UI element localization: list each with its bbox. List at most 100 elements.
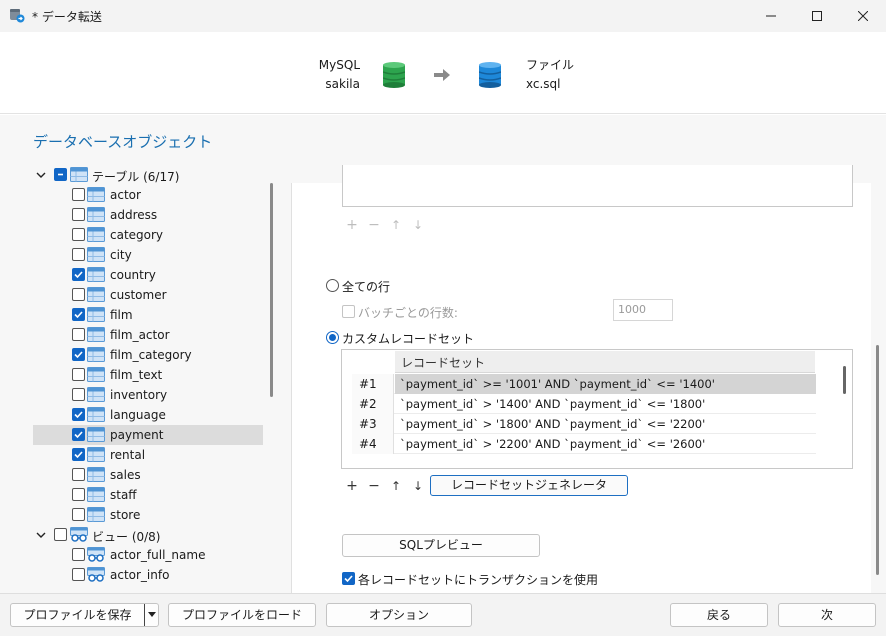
recordset-condition[interactable]: `payment_id` > '1400' AND `payment_id` <… [395, 394, 816, 414]
tree-item[interactable]: category [33, 225, 263, 245]
batch-input[interactable]: 1000 [613, 299, 673, 321]
item-checkbox[interactable] [72, 308, 85, 321]
check-icon [74, 351, 83, 359]
move-up-icon[interactable]: ↑ [385, 218, 407, 232]
recordset-row[interactable]: #2 `payment_id` > '1400' AND `payment_id`… [352, 394, 816, 414]
row-number: #1 [352, 374, 394, 394]
batch-checkbox[interactable] [342, 305, 355, 318]
views-group[interactable]: ビュー (0/8) [33, 525, 263, 545]
move-up-recordset-icon[interactable]: ↑ [385, 479, 407, 493]
tree-item[interactable]: film_actor [33, 325, 263, 345]
load-profile-button[interactable]: プロファイルをロード [168, 603, 316, 627]
tree-item[interactable]: actor_info [33, 565, 263, 585]
recordset-column-header[interactable]: レコードセット [395, 351, 815, 373]
remove-icon[interactable]: − [363, 217, 385, 233]
minimize-button[interactable] [748, 0, 794, 32]
expand-chevron[interactable] [35, 169, 47, 181]
item-checkbox[interactable] [72, 248, 85, 261]
item-checkbox[interactable] [72, 568, 85, 581]
item-checkbox[interactable] [72, 188, 85, 201]
app-icon [10, 9, 25, 23]
tree-item[interactable]: sales [33, 465, 263, 485]
move-down-icon[interactable]: ↓ [407, 218, 429, 232]
tables-group[interactable]: テーブル (6/17) [33, 165, 263, 185]
item-checkbox[interactable] [72, 488, 85, 501]
table-icon [87, 367, 105, 382]
save-profile-label: プロファイルを保存 [23, 608, 132, 622]
options-scrollbar[interactable] [876, 345, 879, 575]
item-checkbox[interactable] [72, 348, 85, 361]
table-icon [87, 207, 105, 222]
save-profile-button[interactable]: プロファイルを保存 [10, 603, 159, 627]
add-icon[interactable]: + [341, 217, 363, 233]
tree-item[interactable]: film_text [33, 365, 263, 385]
target-name: xc.sql [526, 77, 561, 91]
tree-item[interactable]: inventory [33, 385, 263, 405]
tree-item[interactable]: actor_full_name [33, 545, 263, 565]
table-icon [87, 267, 105, 282]
tree-item[interactable]: address [33, 205, 263, 225]
item-checkbox[interactable] [72, 428, 85, 441]
recordset-row[interactable]: #3 `payment_id` > '1800' AND `payment_id`… [352, 414, 816, 434]
tree-item[interactable]: staff [33, 485, 263, 505]
next-button[interactable]: 次 [778, 603, 876, 627]
grid-scrollbar[interactable] [843, 366, 846, 394]
transaction-checkbox[interactable] [342, 572, 355, 585]
all-rows-radio[interactable] [326, 279, 339, 292]
item-checkbox[interactable] [72, 288, 85, 301]
move-down-recordset-icon[interactable]: ↓ [407, 479, 429, 493]
item-checkbox[interactable] [72, 548, 85, 561]
custom-recordset-radio[interactable] [326, 331, 339, 344]
group-checkbox[interactable] [54, 168, 67, 181]
close-button[interactable] [840, 0, 886, 32]
tree-item[interactable]: language [33, 405, 263, 425]
tree-item[interactable]: rental [33, 445, 263, 465]
item-checkbox[interactable] [72, 448, 85, 461]
item-checkbox[interactable] [72, 368, 85, 381]
object-tree[interactable]: テーブル (6/17) actor address category city count… [33, 164, 265, 592]
item-checkbox[interactable] [72, 208, 85, 221]
table-icon [87, 347, 105, 362]
tree-scrollbar[interactable] [270, 183, 273, 397]
tree-item[interactable]: store [33, 505, 263, 525]
item-checkbox[interactable] [72, 388, 85, 401]
item-checkbox[interactable] [72, 468, 85, 481]
tree-item[interactable]: city [33, 245, 263, 265]
source-database-icon [383, 62, 405, 88]
sql-preview-button[interactable]: SQLプレビュー [342, 534, 540, 557]
recordset-row[interactable]: #1 `payment_id` >= '1001' AND `payment_id… [352, 374, 816, 394]
group-checkbox[interactable] [54, 528, 67, 541]
filter-box[interactable] [342, 165, 853, 207]
tree-item[interactable]: country [33, 265, 263, 285]
tree-item[interactable]: payment [33, 425, 263, 445]
table-icon [87, 487, 105, 502]
item-checkbox[interactable] [72, 228, 85, 241]
recordset-generator-button[interactable]: レコードセットジェネレータ [430, 475, 628, 496]
item-label: address [110, 208, 158, 222]
table-icon [87, 247, 105, 262]
source-type: MySQL [318, 58, 360, 72]
back-button[interactable]: 戻る [670, 603, 768, 627]
batch-label: バッチごとの行数: [358, 306, 458, 320]
recordset-row[interactable]: #4 `payment_id` > '2200' AND `payment_id`… [352, 434, 816, 454]
item-checkbox[interactable] [72, 268, 85, 281]
item-checkbox[interactable] [72, 408, 85, 421]
maximize-button[interactable] [794, 0, 840, 32]
item-checkbox[interactable] [72, 508, 85, 521]
expand-chevron[interactable] [35, 529, 47, 541]
remove-recordset-icon[interactable]: − [363, 478, 385, 494]
item-label: inventory [110, 388, 168, 402]
recordset-condition[interactable]: `payment_id` > '2200' AND `payment_id` <… [395, 434, 816, 454]
view-icon [87, 547, 105, 562]
tree-item[interactable]: film_category [33, 345, 263, 365]
options-button[interactable]: オプション [326, 603, 472, 627]
recordset-condition[interactable]: `payment_id` >= '1001' AND `payment_id` … [395, 374, 816, 394]
recordset-condition[interactable]: `payment_id` > '1800' AND `payment_id` <… [395, 414, 816, 434]
save-profile-dropdown[interactable] [144, 604, 158, 626]
add-recordset-icon[interactable]: + [341, 478, 363, 494]
tree-item[interactable]: film [33, 305, 263, 325]
tree-item[interactable]: actor [33, 185, 263, 205]
tree-item[interactable]: customer [33, 285, 263, 305]
item-checkbox[interactable] [72, 328, 85, 341]
recordset-grid[interactable]: レコードセット #1 `payment_id` >= '1001' AND `pa… [341, 349, 853, 469]
